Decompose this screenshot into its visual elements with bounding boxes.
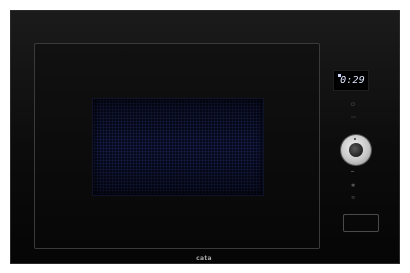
stop-button[interactable] (343, 214, 379, 232)
knob-marker (354, 138, 356, 140)
rotary-selector-knob[interactable] (341, 135, 371, 165)
door[interactable] (34, 43, 320, 249)
knob-center[interactable] (349, 143, 363, 157)
defrost-icon[interactable]: ✱ (351, 184, 355, 189)
grill-icon[interactable]: 〰 (351, 116, 356, 121)
brand-logo: cata (0, 255, 410, 262)
product-photo-frame: 0:29 ⏻ 〰 ━ ✱ ≡ cata (0, 0, 410, 273)
display-time: 0:29 (340, 75, 365, 86)
convection-icon[interactable]: ≡ (351, 196, 355, 201)
door-window (93, 99, 263, 195)
power-icon[interactable]: ⏻ (351, 103, 355, 108)
digital-display: 0:29 (333, 70, 369, 91)
microwave-body: 0:29 ⏻ 〰 ━ ✱ ≡ (10, 10, 400, 264)
brand-name: cata (196, 255, 212, 262)
microwave-icon[interactable]: ━ (351, 170, 354, 175)
window-shade (93, 99, 263, 195)
